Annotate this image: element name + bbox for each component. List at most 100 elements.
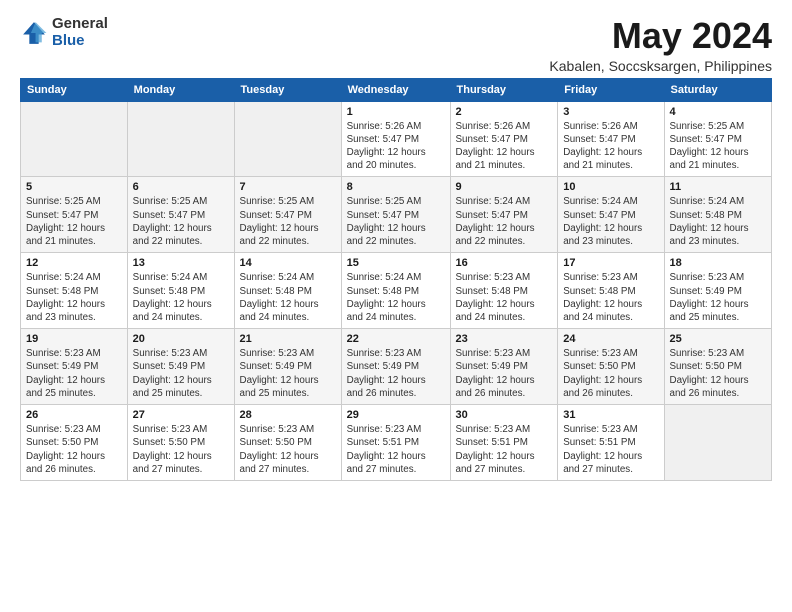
calendar-row-4: 19Sunrise: 5:23 AM Sunset: 5:49 PM Dayli… <box>21 329 772 405</box>
day-info: Sunrise: 5:23 AM Sunset: 5:49 PM Dayligh… <box>456 347 553 400</box>
day-number: 28 <box>240 409 336 421</box>
day-number: 26 <box>26 409 122 421</box>
header-friday: Friday <box>558 78 664 101</box>
day-info: Sunrise: 5:23 AM Sunset: 5:49 PM Dayligh… <box>670 271 767 324</box>
table-row: 26 Sunrise: 5:23 AM Sunset: 5:50 PM Dayli… <box>21 405 128 481</box>
day-number: 1 <box>347 106 445 118</box>
day-info: Sunrise: 5:23 AM Sunset: 5:48 PM Dayligh… <box>456 271 553 324</box>
day-info: Sunrise: 5:25 AM Sunset: 5:47 PM Dayligh… <box>133 195 229 248</box>
page: General Blue May 2024 Kabalen, Soccsksar… <box>0 0 792 497</box>
table-row: 29Sunrise: 5:23 AM Sunset: 5:51 PM Dayli… <box>341 405 450 481</box>
table-row: 2Sunrise: 5:26 AM Sunset: 5:47 PM Daylig… <box>450 101 558 177</box>
table-row: 17 Sunrise: 5:23 AM Sunset: 5:48 PM Dayli… <box>558 253 664 329</box>
calendar-row-2: 5Sunrise: 5:25 AM Sunset: 5:47 PM Daylig… <box>21 177 772 253</box>
day-number: 2 <box>456 106 553 118</box>
table-row: 30Sunrise: 5:23 AM Sunset: 5:51 PM Dayli… <box>450 405 558 481</box>
day-number: 20 <box>133 333 229 345</box>
title-block: May 2024 Kabalen, Soccsksargen, Philippi… <box>549 16 772 74</box>
day-number: 27 <box>133 409 229 421</box>
table-row <box>21 101 128 177</box>
day-info: Sunrise: 5:23 AM Sunset: 5:49 PM Dayligh… <box>26 347 122 400</box>
table-row: 1Sunrise: 5:26 AM Sunset: 5:47 PM Daylig… <box>341 101 450 177</box>
day-number: 4 <box>670 106 767 118</box>
day-info: Sunrise: 5:24 AM Sunset: 5:48 PM Dayligh… <box>347 271 445 324</box>
calendar-row-3: 12 Sunrise: 5:24 AM Sunset: 5:48 PM Dayli… <box>21 253 772 329</box>
day-info: Sunrise: 5:23 AM Sunset: 5:49 PM Dayligh… <box>133 347 229 400</box>
day-number: 17 <box>563 257 658 269</box>
table-row: 7Sunrise: 5:25 AM Sunset: 5:47 PM Daylig… <box>234 177 341 253</box>
table-row: 16 Sunrise: 5:23 AM Sunset: 5:48 PM Dayli… <box>450 253 558 329</box>
table-row: 8 Sunrise: 5:25 AM Sunset: 5:47 PM Daylig… <box>341 177 450 253</box>
day-number: 30 <box>456 409 553 421</box>
day-number: 11 <box>670 181 767 193</box>
day-number: 16 <box>456 257 553 269</box>
day-info: Sunrise: 5:25 AM Sunset: 5:47 PM Dayligh… <box>240 195 336 248</box>
table-row: 11Sunrise: 5:24 AM Sunset: 5:48 PM Dayli… <box>664 177 772 253</box>
day-info: Sunrise: 5:24 AM Sunset: 5:47 PM Dayligh… <box>456 195 553 248</box>
header-tuesday: Tuesday <box>234 78 341 101</box>
table-row: 14 Sunrise: 5:24 AM Sunset: 5:48 PM Dayli… <box>234 253 341 329</box>
day-info: Sunrise: 5:23 AM Sunset: 5:50 PM Dayligh… <box>670 347 767 400</box>
day-info: Sunrise: 5:23 AM Sunset: 5:50 PM Dayligh… <box>563 347 658 400</box>
header-saturday: Saturday <box>664 78 772 101</box>
logo-blue-text: Blue <box>52 33 108 50</box>
table-row: 13Sunrise: 5:24 AM Sunset: 5:48 PM Dayli… <box>127 253 234 329</box>
day-info: Sunrise: 5:26 AM Sunset: 5:47 PM Dayligh… <box>563 120 658 173</box>
day-info: Sunrise: 5:23 AM Sunset: 5:49 PM Dayligh… <box>347 347 445 400</box>
day-info: Sunrise: 5:25 AM Sunset: 5:47 PM Dayligh… <box>26 195 122 248</box>
table-row <box>664 405 772 481</box>
table-row <box>234 101 341 177</box>
day-number: 6 <box>133 181 229 193</box>
table-row: 31 Sunrise: 5:23 AM Sunset: 5:51 PM Dayli… <box>558 405 664 481</box>
table-row: 12 Sunrise: 5:24 AM Sunset: 5:48 PM Dayli… <box>21 253 128 329</box>
weekday-header-row: Sunday Monday Tuesday Wednesday Thursday… <box>21 78 772 101</box>
day-info: Sunrise: 5:23 AM Sunset: 5:50 PM Dayligh… <box>133 423 229 476</box>
day-number: 10 <box>563 181 658 193</box>
table-row <box>127 101 234 177</box>
day-number: 15 <box>347 257 445 269</box>
day-number: 31 <box>563 409 658 421</box>
day-info: Sunrise: 5:24 AM Sunset: 5:47 PM Dayligh… <box>563 195 658 248</box>
day-number: 8 <box>347 181 445 193</box>
table-row: 4Sunrise: 5:25 AM Sunset: 5:47 PM Daylig… <box>664 101 772 177</box>
day-number: 9 <box>456 181 553 193</box>
day-info: Sunrise: 5:25 AM Sunset: 5:47 PM Dayligh… <box>347 195 445 248</box>
logo-text: General Blue <box>52 16 108 49</box>
day-info: Sunrise: 5:24 AM Sunset: 5:48 PM Dayligh… <box>26 271 122 324</box>
day-info: Sunrise: 5:24 AM Sunset: 5:48 PM Dayligh… <box>240 271 336 324</box>
day-info: Sunrise: 5:23 AM Sunset: 5:51 PM Dayligh… <box>563 423 658 476</box>
day-info: Sunrise: 5:24 AM Sunset: 5:48 PM Dayligh… <box>133 271 229 324</box>
location-title: Kabalen, Soccsksargen, Philippines <box>549 58 772 74</box>
table-row: 22Sunrise: 5:23 AM Sunset: 5:49 PM Dayli… <box>341 329 450 405</box>
calendar-row-1: 1 Sunrise: 5:26 AM Sunset: 5:47 PM Daylig… <box>21 101 772 177</box>
day-number: 21 <box>240 333 336 345</box>
day-number: 14 <box>240 257 336 269</box>
day-info: Sunrise: 5:23 AM Sunset: 5:51 PM Dayligh… <box>347 423 445 476</box>
day-info: Sunrise: 5:23 AM Sunset: 5:50 PM Dayligh… <box>26 423 122 476</box>
table-row: 6 Sunrise: 5:25 AM Sunset: 5:47 PM Daylig… <box>127 177 234 253</box>
day-info: Sunrise: 5:23 AM Sunset: 5:50 PM Dayligh… <box>240 423 336 476</box>
calendar-row-5: 26 Sunrise: 5:23 AM Sunset: 5:50 PM Dayli… <box>21 405 772 481</box>
table-row: 21 Sunrise: 5:23 AM Sunset: 5:49 PM Dayli… <box>234 329 341 405</box>
table-row: 24Sunrise: 5:23 AM Sunset: 5:50 PM Dayli… <box>558 329 664 405</box>
day-number: 18 <box>670 257 767 269</box>
table-row: 27 Sunrise: 5:23 AM Sunset: 5:50 PM Dayli… <box>127 405 234 481</box>
table-row: 3Sunrise: 5:26 AM Sunset: 5:47 PM Daylig… <box>558 101 664 177</box>
logo-icon <box>20 19 48 47</box>
table-row: 19Sunrise: 5:23 AM Sunset: 5:49 PM Dayli… <box>21 329 128 405</box>
table-row: 23 Sunrise: 5:23 AM Sunset: 5:49 PM Dayli… <box>450 329 558 405</box>
day-number: 12 <box>26 257 122 269</box>
table-row: 18 Sunrise: 5:23 AM Sunset: 5:49 PM Dayli… <box>664 253 772 329</box>
header-sunday: Sunday <box>21 78 128 101</box>
logo: General Blue <box>20 16 108 49</box>
table-row: 15 Sunrise: 5:24 AM Sunset: 5:48 PM Dayli… <box>341 253 450 329</box>
table-row: 5Sunrise: 5:25 AM Sunset: 5:47 PM Daylig… <box>21 177 128 253</box>
logo-general-text: General <box>52 16 108 33</box>
header-monday: Monday <box>127 78 234 101</box>
table-row: 10 Sunrise: 5:24 AM Sunset: 5:47 PM Dayli… <box>558 177 664 253</box>
header-wednesday: Wednesday <box>341 78 450 101</box>
day-info: Sunrise: 5:23 AM Sunset: 5:48 PM Dayligh… <box>563 271 658 324</box>
day-info: Sunrise: 5:23 AM Sunset: 5:49 PM Dayligh… <box>240 347 336 400</box>
day-number: 23 <box>456 333 553 345</box>
table-row: 28 Sunrise: 5:23 AM Sunset: 5:50 PM Dayli… <box>234 405 341 481</box>
